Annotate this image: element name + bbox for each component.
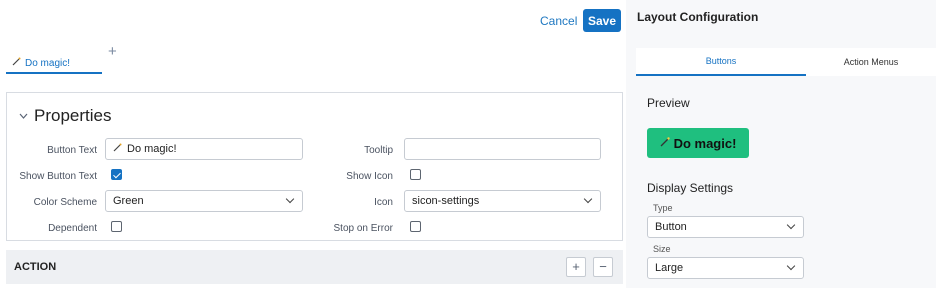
dependent-checkbox[interactable] [111, 221, 122, 232]
add-tab-button[interactable]: + [108, 43, 117, 60]
layout-configuration-pane: Layout Configuration Buttons Action Menu… [626, 0, 936, 288]
save-button[interactable]: Save [583, 9, 621, 32]
wand-icon [660, 136, 670, 150]
tooltip-label: Tooltip [364, 145, 393, 156]
button-text-input[interactable]: Do magic! [105, 138, 303, 160]
properties-panel: Properties Button Text Do magic! Tooltip… [6, 92, 623, 241]
wand-icon [113, 143, 122, 155]
chevron-down-icon [583, 194, 593, 204]
color-scheme-select[interactable]: Green [105, 190, 303, 212]
icon-value: sicon-settings [412, 195, 480, 207]
type-value: Button [655, 221, 687, 233]
stop-on-error-checkbox[interactable] [410, 221, 421, 232]
icon-select[interactable]: sicon-settings [404, 190, 601, 212]
action-title: ACTION [14, 261, 57, 273]
chevron-down-icon [786, 261, 796, 271]
color-scheme-value: Green [113, 195, 144, 207]
chevron-down-icon [285, 194, 295, 204]
tab-label: Do magic! [25, 57, 71, 69]
stop-on-error-label: Stop on Error [333, 223, 393, 234]
color-scheme-label: Color Scheme [33, 197, 97, 208]
layout-configuration-title: Layout Configuration [637, 10, 759, 24]
wand-icon [12, 57, 21, 69]
editor-pane: Cancel Save Do magic! + Properties Butto… [0, 0, 626, 288]
size-select[interactable]: Large [647, 257, 804, 279]
icon-label: Icon [374, 197, 393, 208]
remove-action-button[interactable]: − [593, 257, 613, 277]
show-icon-label: Show Icon [346, 171, 393, 182]
tab-action-menus[interactable]: Action Menus [806, 48, 936, 76]
button-text-value: Do magic! [127, 143, 177, 155]
type-label: Type [653, 203, 673, 213]
chevron-down-icon [19, 110, 28, 122]
show-icon-checkbox[interactable] [410, 169, 421, 180]
add-action-button[interactable]: + [566, 257, 586, 277]
type-select[interactable]: Button [647, 216, 804, 238]
show-button-text-checkbox[interactable] [111, 169, 122, 180]
preview-button-label: Do magic! [673, 135, 737, 151]
tooltip-input[interactable] [404, 138, 601, 160]
chevron-down-icon [786, 220, 796, 230]
size-label: Size [653, 244, 671, 254]
properties-title: Properties [34, 106, 112, 125]
preview-button[interactable]: Do magic! [647, 128, 749, 158]
action-section-header: ACTION + − [6, 250, 623, 284]
button-text-label: Button Text [47, 145, 97, 156]
tab-do-magic[interactable]: Do magic! [6, 54, 102, 74]
size-value: Large [655, 262, 684, 274]
display-settings-title: Display Settings [647, 181, 734, 195]
preview-label: Preview [647, 96, 690, 110]
dependent-label: Dependent [48, 223, 97, 234]
properties-header[interactable]: Properties [19, 106, 111, 126]
tab-buttons[interactable]: Buttons [636, 48, 806, 76]
layout-tabs: Buttons Action Menus [636, 48, 936, 76]
show-button-text-label: Show Button Text [19, 171, 97, 182]
cancel-button[interactable]: Cancel [540, 14, 577, 28]
